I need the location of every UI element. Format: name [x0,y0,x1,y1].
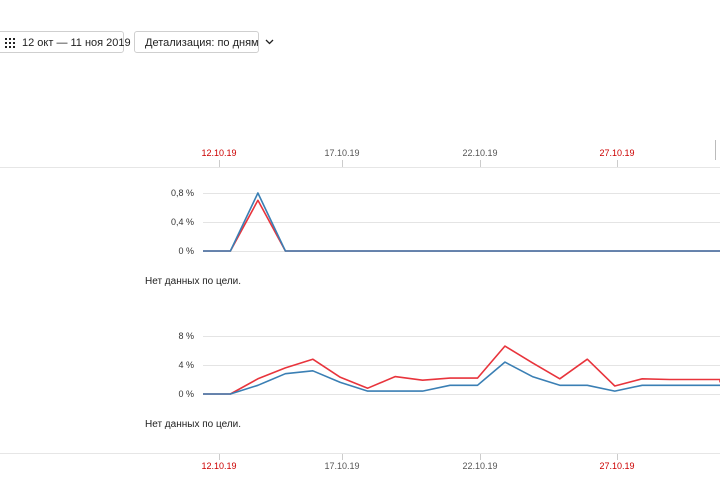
date-label-27-10: 27.10.19 [599,148,634,158]
y-tick-label: 0 % [178,389,194,399]
no-data-message-1: Нет данных по цели. [145,276,242,287]
series-line-red [203,199,720,252]
series-line-red [203,345,720,395]
date-label-17-10: 17.10.19 [324,148,359,158]
date-label-bottom-12-10: 12.10.19 [201,461,236,471]
no-data-message-2: Нет данных по цели. [145,419,242,430]
date-label-bottom-17-10: 17.10.19 [324,461,359,471]
conversion-chart-2: 8 % 4 % 0 % [178,331,720,399]
y-tick-label: 4 % [178,360,194,370]
top-date-axis: 12.10.19 17.10.19 22.10.19 27.10.19 [201,148,635,167]
report-canvas: 12.10.19 17.10.19 22.10.19 27.10.19 12.1… [0,140,720,471]
date-label-bottom-27-10: 27.10.19 [599,461,634,471]
date-label-bottom-22-10: 22.10.19 [462,461,497,471]
y-tick-label: 0 % [178,246,194,256]
y-tick-label: 8 % [178,331,194,341]
y-tick-label: 0,8 % [171,188,194,198]
y-tick-label: 0,4 % [171,217,194,227]
bottom-date-axis: 12.10.19 17.10.19 22.10.19 27.10.19 [201,454,635,471]
date-label-12-10: 12.10.19 [201,148,236,158]
conversion-chart-1: 0,8 % 0,4 % 0 % [171,188,720,256]
date-label-22-10: 22.10.19 [462,148,497,158]
